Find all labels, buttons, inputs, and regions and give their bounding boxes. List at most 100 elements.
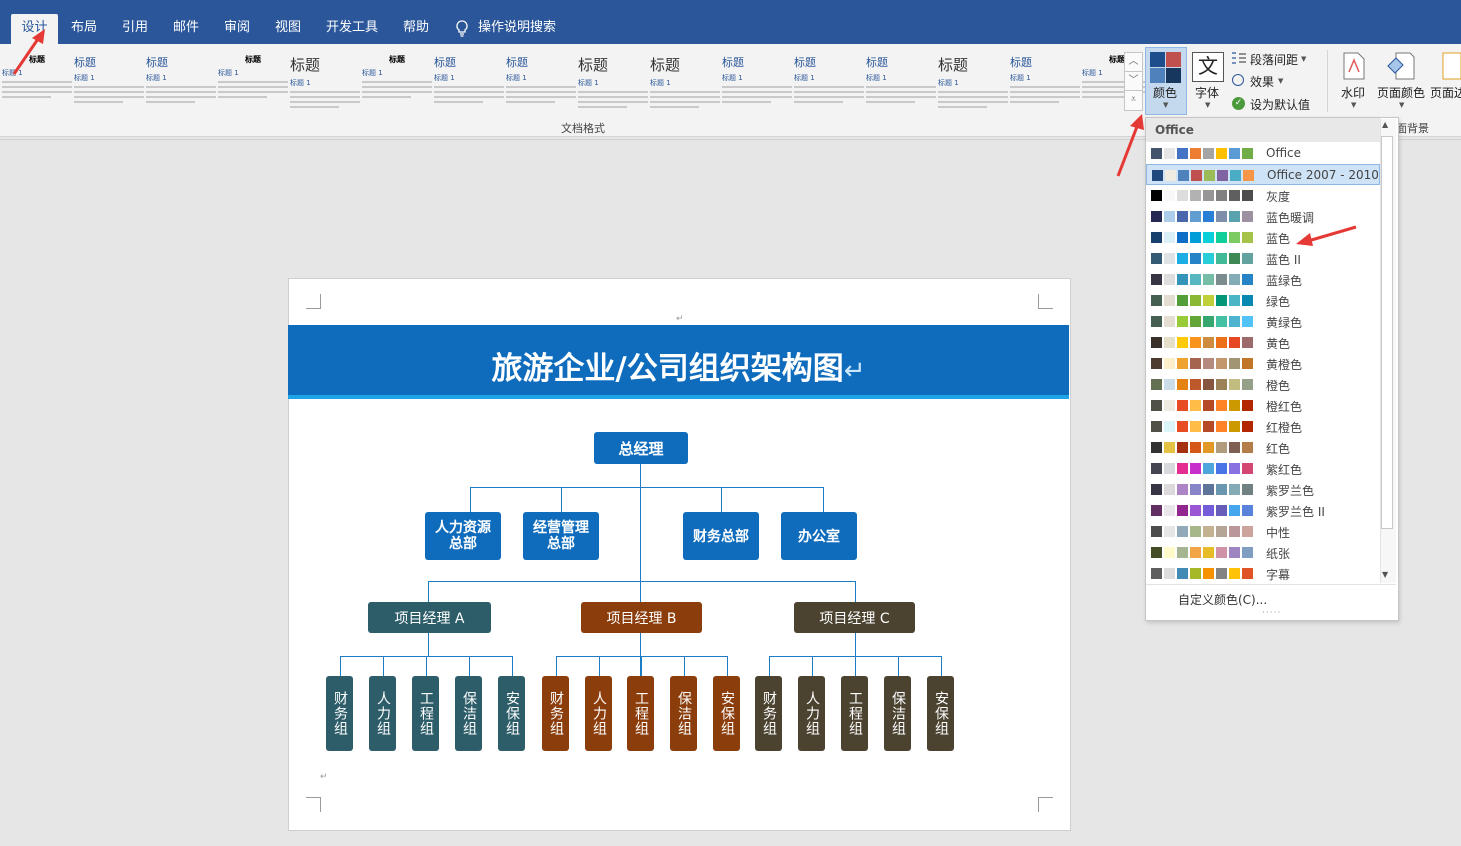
theme-color-option[interactable]: 绿色 <box>1146 290 1380 311</box>
style-set-text-line <box>794 101 843 103</box>
theme-color-option[interactable]: 紫红色 <box>1146 458 1380 479</box>
theme-color-option[interactable]: 红色 <box>1146 437 1380 458</box>
effects-button[interactable]: 效果 <box>1250 73 1274 90</box>
color-swatch <box>1151 232 1162 243</box>
gallery-scroll-up-button[interactable]: ︿ <box>1124 52 1143 73</box>
tell-me-search[interactable]: 操作说明搜索 <box>478 14 558 44</box>
style-set-thumbnail[interactable]: 标题 标题 1 <box>2 54 72 108</box>
set-as-default-button[interactable]: 设为默认值 <box>1250 96 1310 113</box>
style-set-text-line <box>938 106 987 108</box>
theme-color-option[interactable]: 橙红色 <box>1146 395 1380 416</box>
style-set-text-line <box>290 91 360 93</box>
style-set-thumbnail[interactable]: 标题 标题 1 <box>722 54 792 108</box>
watermark-button[interactable]: 水印 <box>1341 84 1365 101</box>
theme-color-option[interactable]: 红橙色 <box>1146 416 1380 437</box>
color-swatch <box>1164 148 1175 159</box>
color-swatch <box>1190 211 1201 222</box>
style-set-thumbnail[interactable]: 标题 标题 1 <box>866 54 936 108</box>
crop-mark <box>1038 294 1053 309</box>
style-set-thumbnail[interactable]: 标题 标题 1 <box>434 54 504 108</box>
style-set-thumbnail[interactable]: 标题 标题 1 <box>1010 54 1080 108</box>
color-swatch <box>1177 253 1188 264</box>
theme-color-option[interactable]: 字幕 <box>1146 563 1380 584</box>
theme-color-option[interactable]: 纸张 <box>1146 542 1380 563</box>
style-set-thumbnail[interactable]: 标题 标题 1 <box>794 54 864 108</box>
crop-mark <box>1038 797 1053 812</box>
tab-references[interactable]: 引用 <box>115 14 155 44</box>
color-swatch <box>1151 442 1162 453</box>
theme-color-option[interactable]: 蓝色暖调 <box>1146 206 1380 227</box>
connector-line <box>383 656 384 676</box>
org-leaf-c-hr: 人力组 <box>798 676 825 751</box>
color-swatch <box>1229 547 1240 558</box>
style-set-thumbnail[interactable]: 标题 标题 1 <box>74 54 144 108</box>
theme-color-option[interactable]: 灰度 <box>1146 185 1380 206</box>
color-swatch <box>1177 568 1188 579</box>
color-swatch <box>1203 211 1214 222</box>
tab-layout[interactable]: 布局 <box>64 14 104 44</box>
color-swatch <box>1242 421 1253 432</box>
theme-color-option[interactable]: 橙色 <box>1146 374 1380 395</box>
theme-color-option[interactable]: Office <box>1146 143 1380 164</box>
gallery-scroll-down-button[interactable]: ﹀ <box>1124 71 1143 92</box>
scroll-down-arrow-icon[interactable]: ▼ <box>1382 570 1388 579</box>
tab-mailings[interactable]: 邮件 <box>166 14 206 44</box>
color-swatch <box>1151 421 1162 432</box>
theme-color-option[interactable]: 黄色 <box>1146 332 1380 353</box>
color-swatch <box>1242 190 1253 201</box>
theme-color-name: 黄色 <box>1266 337 1291 351</box>
theme-color-option[interactable]: 黄绿色 <box>1146 311 1380 332</box>
style-set-thumbnail[interactable]: 标题 标题 1 <box>578 54 648 108</box>
page-border-button[interactable]: 页面边 <box>1430 84 1461 101</box>
theme-color-name: Office <box>1266 146 1302 160</box>
chevron-down-icon: ▼ <box>1278 77 1284 85</box>
style-set-thumbnail[interactable]: 标题 标题 1 <box>146 54 216 108</box>
style-set-text-line <box>2 96 51 98</box>
style-set-thumbnail[interactable]: 标题 标题 1 <box>290 54 360 108</box>
color-swatch <box>1229 358 1240 369</box>
custom-colors-menu-item[interactable]: 自定义颜色(C)... <box>1178 591 1267 608</box>
style-set-thumbnail[interactable]: 标题 标题 1 <box>506 54 576 108</box>
tab-help[interactable]: 帮助 <box>396 14 436 44</box>
tab-developer[interactable]: 开发工具 <box>320 14 384 44</box>
style-set-text-line <box>290 106 339 108</box>
dropdown-scrollbar-thumb[interactable] <box>1381 136 1393 529</box>
theme-fonts-button[interactable]: 字体 <box>1195 84 1219 101</box>
tab-view[interactable]: 视图 <box>268 14 308 44</box>
paragraph-spacing-button[interactable]: 段落间距 <box>1250 51 1298 68</box>
theme-color-option[interactable]: 蓝绿色 <box>1146 269 1380 290</box>
style-set-text-line <box>866 96 936 98</box>
theme-color-option[interactable]: 黄橙色 <box>1146 353 1380 374</box>
theme-color-option[interactable]: 紫罗兰色 II <box>1146 500 1380 521</box>
theme-color-option[interactable]: 蓝色 <box>1146 227 1380 248</box>
theme-color-option[interactable]: 蓝色 II <box>1146 248 1380 269</box>
tab-design[interactable]: 设计 <box>11 14 58 44</box>
color-swatch <box>1177 505 1188 516</box>
watermark-icon <box>1343 52 1365 84</box>
theme-color-option[interactable]: Office 2007 - 2010 <box>1146 164 1380 185</box>
color-swatch <box>1164 400 1175 411</box>
style-set-thumbnail[interactable]: 标题 标题 1 <box>362 54 432 108</box>
style-set-gallery[interactable]: 标题 标题 1 标题 标题 1 标题 标题 1 标题 标题 1 标题 标题 1 标题 标题 1 标题 标题… <box>0 46 1152 112</box>
style-set-text-line <box>2 91 72 93</box>
scroll-up-arrow-icon[interactable]: ▲ <box>1382 120 1388 129</box>
style-set-thumbnail[interactable]: 标题 标题 1 <box>218 54 288 108</box>
style-set-text-line <box>794 91 864 93</box>
page-color-button[interactable]: 页面颜色 <box>1377 84 1425 101</box>
style-set-text-line <box>1010 96 1080 98</box>
dropdown-resize-grip[interactable]: ····· <box>1262 608 1281 618</box>
color-swatch <box>1203 316 1214 327</box>
style-set-thumbnail[interactable]: 标题 标题 1 <box>938 54 1008 108</box>
style-set-text-line <box>1010 86 1080 88</box>
tab-review[interactable]: 审阅 <box>217 14 257 44</box>
style-set-text-line <box>722 96 792 98</box>
color-swatch <box>1151 190 1162 201</box>
theme-color-option[interactable]: 紫罗兰色 <box>1146 479 1380 500</box>
color-swatch <box>1164 463 1175 474</box>
style-set-text-line <box>506 101 555 103</box>
theme-color-option[interactable]: 中性 <box>1146 521 1380 542</box>
style-set-thumbnail[interactable]: 标题 标题 1 <box>650 54 720 108</box>
org-leaf-b-engineering: 工程组 <box>627 676 654 751</box>
connector-line <box>512 656 513 676</box>
gallery-expand-button[interactable]: ⩡ <box>1124 90 1143 111</box>
